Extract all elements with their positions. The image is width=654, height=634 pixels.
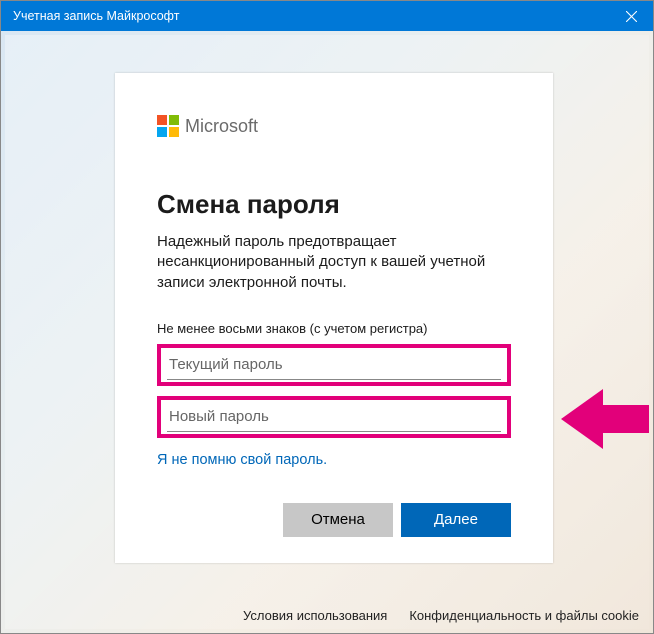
- current-password-highlight: [157, 344, 511, 386]
- window: Учетная запись Майкрософт Microsoft Смен…: [0, 0, 654, 634]
- page-subtext: Надежный пароль предотвращает несанкцион…: [157, 232, 511, 293]
- annotation-arrow-icon: [561, 385, 649, 453]
- cancel-button[interactable]: Отмена: [283, 503, 393, 537]
- brand: Microsoft: [157, 115, 511, 137]
- privacy-link[interactable]: Конфиденциальность и файлы cookie: [409, 608, 639, 623]
- page-title: Смена пароля: [157, 189, 511, 220]
- close-icon: [626, 11, 637, 22]
- next-button[interactable]: Далее: [401, 503, 511, 537]
- new-password-highlight: [157, 396, 511, 438]
- titlebar: Учетная запись Майкрософт: [1, 1, 653, 31]
- change-password-card: Microsoft Смена пароля Надежный пароль п…: [115, 73, 553, 563]
- button-row: Отмена Далее: [157, 503, 511, 537]
- footer-links: Условия использования Конфиденциальность…: [243, 608, 639, 623]
- close-button[interactable]: [609, 1, 653, 31]
- terms-link[interactable]: Условия использования: [243, 608, 387, 623]
- brand-text: Microsoft: [185, 116, 258, 137]
- window-title: Учетная запись Майкрософт: [13, 9, 179, 23]
- forgot-password-link[interactable]: Я не помню свой пароль.: [157, 452, 327, 468]
- new-password-input[interactable]: [167, 404, 501, 432]
- content-area: Microsoft Смена пароля Надежный пароль п…: [5, 35, 649, 629]
- password-hint: Не менее восьми знаков (с учетом регистр…: [157, 321, 511, 336]
- window-body: Microsoft Смена пароля Надежный пароль п…: [1, 31, 653, 633]
- current-password-input[interactable]: [167, 352, 501, 380]
- microsoft-logo-icon: [157, 115, 179, 137]
